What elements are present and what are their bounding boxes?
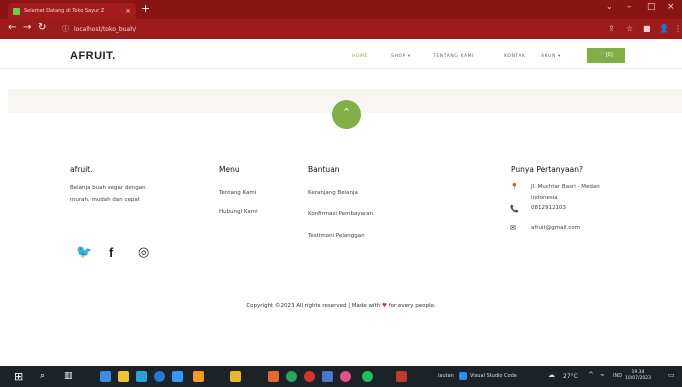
instagram-icon[interactable]: ◎: [138, 245, 149, 260]
browser-address-bar: ← → ↻ ⓘ localhost/toko_buah/ ⇪ ☆ ■ 👤 ⋮: [0, 19, 682, 39]
footer-brand-title: afruit.: [70, 165, 93, 174]
taskbar-app-icon[interactable]: [154, 371, 165, 382]
copyright-text-post: for every people.: [388, 303, 436, 309]
nav-home[interactable]: HOME: [352, 54, 368, 59]
clock[interactable]: 19.34 10/07/2023: [625, 370, 651, 382]
screen: Selamat Datang di Toko Sayur Z × + ⌄ – □…: [0, 0, 682, 387]
weather-temp[interactable]: 27°C: [563, 373, 578, 380]
chevron-up-icon[interactable]: ^: [588, 371, 594, 379]
tab-title: Selamat Datang di Toko Sayur Z: [24, 8, 105, 14]
map-pin-icon: 📍: [510, 183, 519, 191]
footer-bantuan-title: Bantuan: [308, 165, 340, 174]
nav-akun[interactable]: AKUN ▾: [541, 54, 561, 59]
contact-email[interactable]: afruit@gmail.com: [531, 223, 580, 233]
copyright-text-pre: Copyright ©2023 All rights reserved | Ma…: [246, 303, 381, 309]
profile-icon[interactable]: 👤: [659, 24, 669, 33]
url-text: localhost/toko_buah/: [74, 25, 137, 33]
extensions-icon[interactable]: ■: [643, 24, 651, 33]
os-taskbar: ⊞ ⌕ ▥ lautan Visual Studio Code ☁ 27°C ^…: [0, 366, 682, 387]
site-header: AFRUIT. HOME SHOP ▾ TENTANG KAMI KONTAK …: [0, 39, 682, 69]
heart-icon: ♥: [381, 303, 387, 309]
nav-kontak[interactable]: KONTAK: [504, 54, 526, 59]
taskbar-app-icon[interactable]: [193, 371, 204, 382]
site-logo[interactable]: AFRUIT.: [70, 50, 116, 62]
weather-icon[interactable]: ☁: [548, 371, 555, 379]
phone-icon: 📞: [510, 205, 519, 213]
footer-brand-desc-1: Belanja buah segar dengan: [70, 185, 146, 191]
taskbar-app-icon[interactable]: [230, 371, 241, 382]
browser-tab-bar: Selamat Datang di Toko Sayur Z × + ⌄ – □…: [0, 0, 682, 19]
tab-search-icon[interactable]: ⌄: [606, 2, 613, 11]
notification-icon[interactable]: ▭: [668, 371, 675, 379]
taskbar-app-icon[interactable]: [136, 371, 147, 382]
contact-address-1: Jl. Muchtar Basri - Medan: [531, 184, 600, 190]
new-tab-button[interactable]: +: [141, 3, 150, 15]
cart-button[interactable]: 🛒[0]: [587, 48, 625, 63]
scroll-top-button[interactable]: ⌃: [332, 100, 361, 129]
network-icon[interactable]: ⌁: [600, 371, 604, 379]
taskbar-search-label[interactable]: lautan: [438, 373, 454, 379]
taskbar-app-icon[interactable]: [340, 371, 351, 382]
footer-link-hubungi-kami[interactable]: Hubungi Kami: [219, 207, 258, 217]
contact-address-2: Indonesia: [531, 195, 558, 201]
taskbar-app-icon[interactable]: [100, 371, 111, 382]
taskbar-app-icon[interactable]: [304, 371, 315, 382]
minimize-button[interactable]: –: [627, 2, 632, 12]
footer-contact-title: Punya Pertanyaan?: [511, 165, 583, 174]
nav-tentang-kami[interactable]: TENTANG KAMI: [433, 54, 474, 59]
back-icon[interactable]: ←: [8, 22, 16, 33]
browser-tab[interactable]: Selamat Datang di Toko Sayur Z ×: [8, 3, 136, 19]
taskbar-app-icon[interactable]: [396, 371, 407, 382]
favicon-icon: [13, 7, 20, 15]
footer-menu-title: Menu: [219, 165, 240, 174]
taskbar-vscode-label[interactable]: Visual Studio Code: [470, 373, 517, 379]
info-icon[interactable]: ⓘ: [62, 24, 69, 34]
copyright: Copyright ©2023 All rights reserved | Ma…: [0, 303, 682, 309]
url-field[interactable]: ⓘ localhost/toko_buah/: [62, 23, 582, 35]
taskbar-app-icon[interactable]: [362, 371, 373, 382]
footer-link-tentang-kami[interactable]: Tentang Kami: [219, 188, 256, 198]
tab-close-icon[interactable]: ×: [125, 7, 131, 15]
taskbar-app-icon[interactable]: [172, 371, 183, 382]
facebook-icon[interactable]: f: [109, 245, 113, 260]
forward-icon[interactable]: →: [23, 22, 31, 33]
taskbar-app-icon[interactable]: [118, 371, 129, 382]
reload-icon[interactable]: ↻: [38, 22, 46, 33]
vscode-icon[interactable]: [459, 372, 467, 380]
twitter-icon[interactable]: 🐦: [76, 245, 92, 260]
share-icon[interactable]: ⇪: [608, 24, 615, 33]
email-icon: ✉: [510, 224, 516, 232]
bookmark-star-icon[interactable]: ☆: [626, 24, 633, 33]
contact-phone[interactable]: 0812912103: [531, 203, 566, 213]
clock-date: 10/07/2023: [625, 376, 651, 381]
footer-brand-desc-2: murah, mudah dan cepat: [70, 197, 140, 203]
footer-link-konfirmasi[interactable]: Konfirmasi Pembayaran: [308, 209, 373, 219]
nav-shop[interactable]: SHOP ▾: [391, 54, 411, 59]
taskbar-app-icon[interactable]: [286, 371, 297, 382]
close-window-button[interactable]: ×: [667, 2, 675, 12]
search-icon[interactable]: ⌕: [40, 371, 45, 382]
windows-start-icon[interactable]: ⊞: [14, 371, 23, 382]
menu-icon[interactable]: ⋮: [674, 24, 682, 33]
maximize-button[interactable]: □: [647, 2, 656, 12]
language-indicator[interactable]: IND: [613, 373, 622, 379]
footer-link-testimoni[interactable]: Testimoni Pelanggan: [308, 231, 365, 241]
taskbar-app-icon[interactable]: [322, 371, 333, 382]
taskbar-app-icon[interactable]: [268, 371, 279, 382]
footer-link-keranjang[interactable]: Keranjang Belanja: [308, 188, 358, 198]
task-view-icon[interactable]: ▥: [64, 371, 73, 382]
